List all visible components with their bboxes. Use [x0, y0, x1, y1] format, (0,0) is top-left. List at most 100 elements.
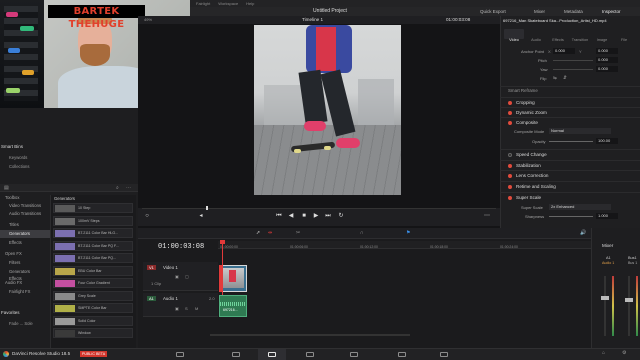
audio-track-id[interactable]: A1 [147, 296, 156, 301]
fusion-page-icon[interactable] [306, 352, 314, 357]
generator-item[interactable]: Window [53, 328, 133, 338]
search-icon[interactable]: ⌕ [116, 186, 119, 191]
tree-item-effects[interactable]: Effects [0, 239, 50, 247]
super-scale-select[interactable]: 2x Enhanced [549, 204, 611, 210]
video-clip[interactable] [219, 265, 247, 292]
section-super-scale[interactable]: Super Scale [500, 192, 640, 202]
generator-item[interactable]: BT.2111 Color Bar HLG... [53, 228, 133, 238]
anchor-y-field[interactable]: 0.000 [596, 48, 618, 54]
mixer-button[interactable]: Mixer [534, 7, 545, 16]
section-cropping[interactable]: Cropping [500, 97, 640, 107]
section-lens-correction[interactable]: Lens Correction [500, 170, 640, 180]
section-enable-icon[interactable] [508, 153, 512, 157]
favorite-item[interactable]: Fade ... Sole [9, 321, 33, 326]
section-enable-icon[interactable] [508, 164, 512, 168]
section-stabilization[interactable]: Stabilization [500, 160, 640, 170]
media-page-icon[interactable] [176, 352, 184, 357]
tree-item-titles[interactable]: Titles [0, 221, 50, 229]
viewer-timeline-name[interactable]: Timeline 1 [302, 17, 323, 22]
audio-track-name[interactable]: Audio 1 [163, 296, 178, 301]
fader-a1[interactable] [601, 296, 609, 300]
menu-workspace[interactable]: Workspace [218, 1, 238, 6]
tree-item-filters[interactable]: Filters [0, 259, 50, 267]
section-dynamic-zoom[interactable]: Dynamic Zoom [500, 107, 640, 117]
video-track-id[interactable]: V1 [147, 265, 156, 270]
flip-vertical-icon[interactable]: ⇵ [563, 75, 567, 80]
panel-icon[interactable]: ▤ [4, 186, 9, 191]
scrub-bar[interactable] [142, 208, 496, 209]
inspector-tab-file[interactable]: File [614, 38, 634, 42]
timeline-ruler[interactable] [218, 241, 591, 249]
tree-item-video-transitions[interactable]: Video Transitions [0, 202, 50, 210]
blade-tool-icon[interactable]: ✂ [296, 231, 300, 236]
section-enable-icon[interactable] [508, 111, 512, 115]
smart-reframe-section[interactable]: Smart Reframe [500, 86, 640, 96]
selection-tool-icon[interactable]: ➚ [256, 231, 260, 236]
color-page-icon[interactable] [350, 352, 358, 357]
tree-item-toolbox[interactable]: Toolbox [0, 194, 50, 202]
loop-icon[interactable]: ○ [144, 213, 150, 219]
inspector-tab-image[interactable]: Image [592, 38, 612, 42]
smart-bin-collections[interactable]: Collections [9, 164, 29, 169]
section-retime-scaling[interactable]: Retime and Scaling [500, 181, 640, 191]
tree-item-audio-fx[interactable]: Audio FX [0, 279, 50, 287]
viewer-options-icon[interactable]: ⋯ [484, 213, 490, 219]
reverse-icon[interactable]: ◀ [288, 213, 294, 219]
inspector-tab-video-label[interactable]: Video [504, 38, 524, 42]
menu-fairlight[interactable]: Fairlight [196, 1, 210, 6]
generator-item[interactable]: 100mV Steps [53, 215, 133, 226]
generator-item[interactable]: Grey Scale [53, 290, 133, 301]
section-speed-change[interactable]: Speed Change [500, 149, 640, 159]
opacity-slider[interactable] [549, 141, 593, 142]
skip-end-icon[interactable]: ⏭ [325, 213, 331, 219]
trim-handle[interactable] [219, 265, 223, 292]
section-enable-icon[interactable] [508, 174, 512, 178]
inspector-tab-transition[interactable]: Transition [570, 38, 590, 42]
tree-item-generators[interactable]: Generators [0, 230, 50, 238]
tree-item-open-fx[interactable]: Open FX [0, 250, 50, 258]
inspector-tab-audio[interactable]: Audio [526, 38, 546, 42]
menu-help[interactable]: Help [246, 1, 254, 6]
section-enable-icon[interactable] [508, 101, 512, 105]
generator-item[interactable]: Four Color Gradient [53, 278, 133, 288]
generator-item[interactable]: 10 Step [53, 203, 133, 213]
mute-icon[interactable]: M [195, 306, 198, 311]
generator-item[interactable]: EBU Color Bar [53, 265, 133, 276]
sharpness-slider[interactable] [549, 216, 593, 217]
section-enable-icon[interactable] [508, 185, 512, 189]
jog-icon[interactable]: ◂ [198, 213, 204, 219]
home-icon[interactable]: ⌂ [602, 351, 605, 356]
timeline-scrollbar[interactable] [210, 334, 410, 336]
composite-mode-select[interactable]: Normal [549, 128, 611, 134]
section-enable-icon[interactable] [508, 196, 512, 200]
inspector-tab-effects[interactable]: Effects [548, 38, 568, 42]
audio-clip[interactable]: 697216... [219, 295, 247, 317]
scrub-head[interactable] [206, 206, 208, 210]
lock-icon[interactable]: ▣ [175, 274, 179, 279]
metadata-button[interactable]: Metadata [564, 7, 583, 16]
generator-item[interactable]: BT.2111 Color Bar PQ... [53, 253, 133, 263]
trim-tool-icon[interactable]: ⇹ [268, 231, 272, 236]
generator-item[interactable]: Solid Color [53, 315, 133, 326]
tree-item-audio-transitions[interactable]: Audio Transitions [0, 210, 50, 218]
pitch-field[interactable]: 0.000 [596, 57, 618, 63]
zoom-level[interactable]: 49% [144, 17, 152, 22]
generator-item[interactable]: SMPTE Color Bar [53, 303, 133, 313]
section-composite[interactable]: Composite [500, 117, 640, 127]
lock-icon[interactable]: ▣ [175, 306, 179, 311]
anchor-x-field[interactable]: 0.000 [553, 48, 575, 54]
more-icon[interactable]: ⋯ [126, 186, 131, 191]
yaw-field[interactable]: 0.000 [596, 66, 618, 72]
generator-item[interactable]: BT.2111 Color Bar PQ F... [53, 240, 133, 251]
solo-icon[interactable]: S [185, 306, 188, 311]
flag-icon[interactable]: ⚑ [406, 231, 410, 236]
inspector-button[interactable]: Inspector [602, 7, 621, 16]
playhead-handle[interactable] [220, 240, 225, 244]
fader-bus1[interactable] [625, 298, 633, 302]
play-icon[interactable]: ▶ [313, 213, 319, 219]
flip-horizontal-icon[interactable]: ⇋ [553, 75, 557, 80]
settings-icon[interactable]: ⚙ [622, 351, 626, 356]
audio-level-icon[interactable]: 🔊 [580, 231, 586, 236]
smart-bin-keywords[interactable]: Keywords [9, 155, 27, 160]
deliver-page-icon[interactable] [440, 352, 448, 357]
